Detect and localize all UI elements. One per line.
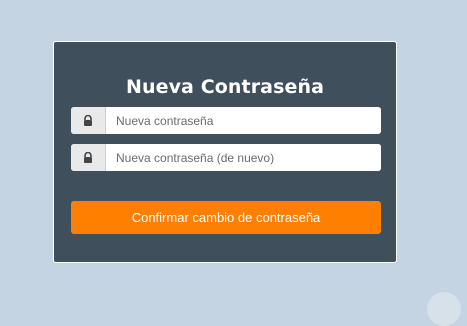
new-password-field-group [71, 107, 381, 134]
lock-icon [71, 144, 106, 171]
password-reset-card: Nueva Contraseña Confirmar cambio de con… [53, 41, 397, 263]
form-title: Nueva Contraseña [125, 76, 325, 98]
confirm-password-change-button[interactable]: Confirmar cambio de contraseña [71, 201, 381, 234]
confirm-password-input[interactable] [106, 144, 381, 171]
new-password-input[interactable] [106, 107, 381, 134]
confirm-password-field-group [71, 144, 381, 171]
lock-icon [71, 107, 106, 134]
background-circle [427, 292, 461, 326]
